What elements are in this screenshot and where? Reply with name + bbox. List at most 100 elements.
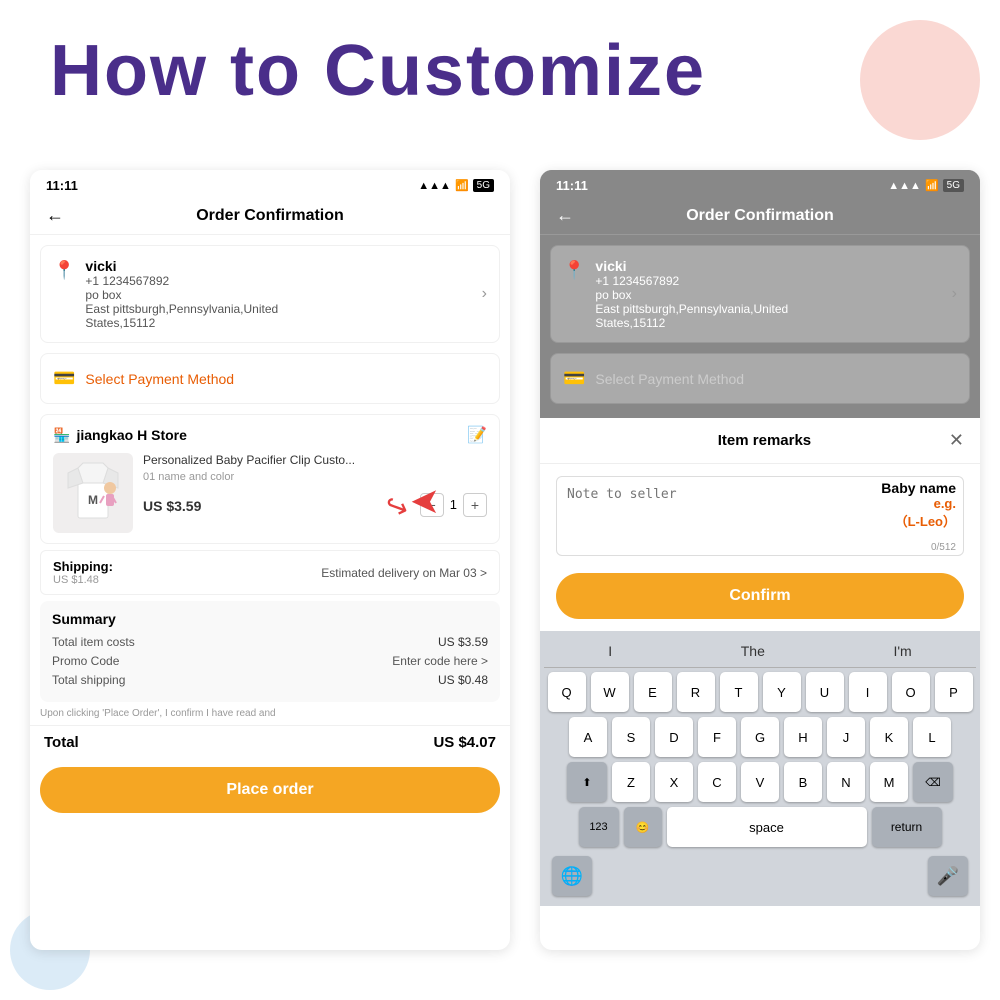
key-q[interactable]: Q — [548, 672, 586, 712]
right-address-line1: po box — [595, 288, 951, 302]
decoration-circle-pink — [860, 20, 980, 140]
remarks-header: Item remarks ✕ — [540, 418, 980, 464]
left-back-button[interactable]: ← — [46, 205, 64, 226]
suggestion-i[interactable]: I — [600, 641, 620, 661]
right-address-section: 📍 vicki +1 1234567892 po box East pittsb… — [550, 245, 970, 343]
right-wifi-icon: 📶 — [925, 179, 939, 192]
keyboard-bottom-bar: 🌐 🎤 — [544, 852, 976, 900]
store-name: jiangkao H Store — [76, 427, 186, 443]
svg-text:M: M — [88, 493, 98, 507]
address-content: vicki +1 1234567892 po box East pittsbur… — [85, 258, 481, 330]
right-status-bar: 11:11 ▲▲▲ 📶 5G — [540, 170, 980, 197]
summary-title: Summary — [52, 611, 488, 627]
promo-label: Promo Code — [52, 654, 119, 668]
promo-val[interactable]: Enter code here > — [392, 654, 488, 668]
key-y[interactable]: Y — [763, 672, 801, 712]
shift-key[interactable]: ⬆ — [567, 762, 607, 802]
right-battery-icon: 5G — [943, 179, 964, 192]
globe-key[interactable]: 🌐 — [552, 856, 592, 896]
emoji-key[interactable]: 😊 — [624, 807, 662, 847]
mic-key[interactable]: 🎤 — [928, 856, 968, 896]
shipping-info: Shipping: US $1.48 — [53, 559, 113, 586]
right-signal-icon: ▲▲▲ — [888, 180, 921, 192]
key-s[interactable]: S — [612, 717, 650, 757]
key-k[interactable]: K — [870, 717, 908, 757]
address-name: vicki — [85, 258, 481, 274]
key-z[interactable]: Z — [612, 762, 650, 802]
keyboard-suggestions: I The I'm — [544, 637, 976, 668]
key-b[interactable]: B — [784, 762, 822, 802]
battery-icon: 5G — [473, 179, 494, 192]
suggestion-im[interactable]: I'm — [885, 641, 919, 661]
key-a[interactable]: A — [569, 717, 607, 757]
total-item-val: US $3.59 — [438, 635, 488, 649]
right-nav-title: Order Confirmation — [586, 207, 934, 225]
key-p[interactable]: P — [935, 672, 973, 712]
key-w[interactable]: W — [591, 672, 629, 712]
left-address-section[interactable]: 📍 vicki +1 1234567892 po box East pittsb… — [40, 245, 500, 343]
address-chevron-icon: › — [482, 285, 487, 303]
key-l[interactable]: L — [913, 717, 951, 757]
confirm-button[interactable]: Confirm — [556, 573, 964, 619]
key-n[interactable]: N — [827, 762, 865, 802]
total-item-row: Total item costs US $3.59 — [52, 635, 488, 649]
left-nav-bar: ← Order Confirmation — [30, 197, 510, 235]
key-f[interactable]: F — [698, 717, 736, 757]
baby-name-example: （L-Leo） — [881, 511, 956, 530]
right-address-line3: States,15112 — [595, 316, 951, 330]
note-area-wrapper: 0/512 Baby name e.g. （L-Leo） — [540, 464, 980, 573]
right-address-name: vicki — [595, 258, 951, 274]
total-row: Total US $4.07 — [30, 725, 510, 759]
remarks-close-button[interactable]: ✕ — [949, 430, 964, 451]
key-g[interactable]: G — [741, 717, 779, 757]
key-j[interactable]: J — [827, 717, 865, 757]
space-key[interactable]: space — [667, 807, 867, 847]
right-back-button[interactable]: ← — [556, 205, 574, 226]
key-c[interactable]: C — [698, 762, 736, 802]
key-r[interactable]: R — [677, 672, 715, 712]
note-edit-icon[interactable]: 📝 — [467, 425, 487, 445]
shipping-total-label: Total shipping — [52, 673, 125, 687]
qty-increase-button[interactable]: + — [463, 493, 487, 517]
keyboard-row-3: ⬆ Z X C V B N M ⌫ — [544, 762, 976, 802]
left-payment-section[interactable]: 💳 Select Payment Method — [40, 353, 500, 404]
left-shipping-row: Shipping: US $1.48 Estimated delivery on… — [40, 550, 500, 595]
left-store-section: 🏪 jiangkao H Store 📝 M — [40, 414, 500, 544]
numbers-key[interactable]: 123 — [579, 807, 619, 847]
char-count: 0/512 — [931, 542, 956, 553]
key-t[interactable]: T — [720, 672, 758, 712]
right-status-time: 11:11 — [556, 178, 588, 193]
backspace-key[interactable]: ⌫ — [913, 762, 953, 802]
suggestion-the[interactable]: The — [733, 641, 773, 661]
key-m[interactable]: M — [870, 762, 908, 802]
payment-icon: 💳 — [53, 368, 75, 389]
shipping-delivery[interactable]: Estimated delivery on Mar 03 > — [321, 566, 487, 580]
keyboard-row-1: Q W E R T Y U I O P — [544, 672, 976, 712]
total-item-label: Total item costs — [52, 635, 135, 649]
total-amount: US $4.07 — [433, 734, 496, 751]
address-line1: po box — [85, 288, 481, 302]
right-dimmed-top: 11:11 ▲▲▲ 📶 5G ← Order Confirmation 📍 vi… — [540, 170, 980, 418]
key-h[interactable]: H — [784, 717, 822, 757]
right-phone-panel: 11:11 ▲▲▲ 📶 5G ← Order Confirmation 📍 vi… — [540, 170, 980, 950]
right-payment-section: 💳 Select Payment Method — [550, 353, 970, 404]
baby-name-title: Baby name — [881, 480, 956, 496]
address-line2: East pittsburgh,Pennsylvania,United — [85, 302, 481, 316]
left-payment-label[interactable]: Select Payment Method — [85, 371, 234, 387]
key-v[interactable]: V — [741, 762, 779, 802]
product-title: Personalized Baby Pacifier Clip Custo... — [143, 453, 487, 469]
disclaimer-text: Upon clicking 'Place Order', I confirm I… — [40, 708, 500, 719]
right-nav-bar: ← Order Confirmation — [540, 197, 980, 235]
place-order-button[interactable]: Place order — [40, 767, 500, 813]
key-u[interactable]: U — [806, 672, 844, 712]
key-x[interactable]: X — [655, 762, 693, 802]
key-e[interactable]: E — [634, 672, 672, 712]
item-remarks-modal: Item remarks ✕ 0/512 Baby name e.g. （L-L… — [540, 418, 980, 631]
key-d[interactable]: D — [655, 717, 693, 757]
key-o[interactable]: O — [892, 672, 930, 712]
signal-icon: ▲▲▲ — [418, 180, 451, 192]
key-i[interactable]: I — [849, 672, 887, 712]
return-key[interactable]: return — [872, 807, 942, 847]
promo-row[interactable]: Promo Code Enter code here > — [52, 654, 488, 668]
left-status-time: 11:11 — [46, 178, 78, 193]
